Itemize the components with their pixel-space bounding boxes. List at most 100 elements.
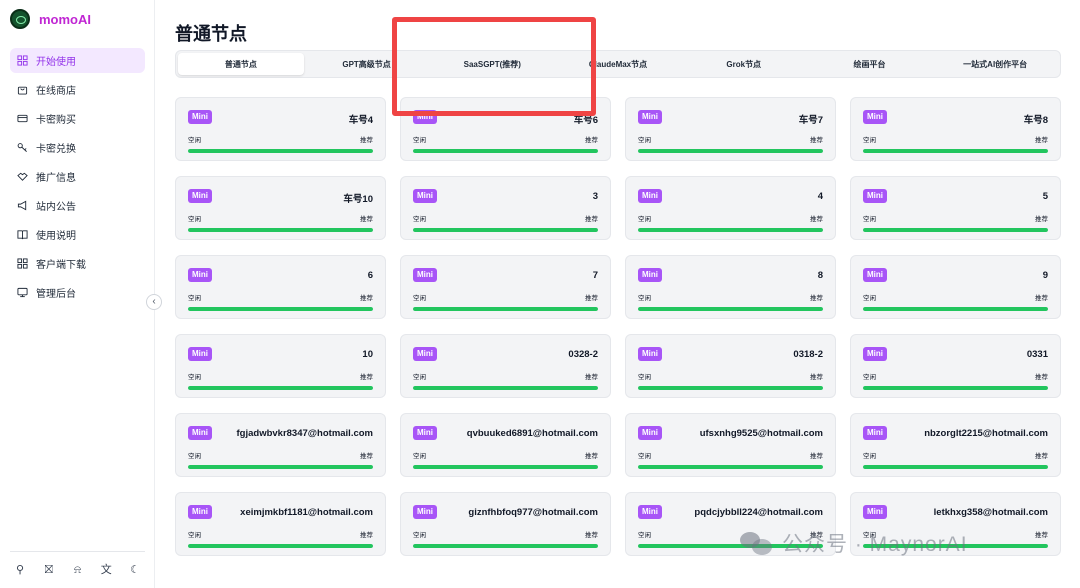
node-status: 空闲 <box>863 453 876 460</box>
node-card[interactable]: Mini 5 空闲 推荐 <box>850 176 1061 240</box>
sidebar-item-label: 客户端下载 <box>36 260 86 271</box>
page-title: 普通节点 <box>175 24 247 44</box>
node-name: 3 <box>592 191 598 202</box>
plan-badge: Mini <box>413 110 437 124</box>
sidebar-item-4[interactable]: 推广信息 <box>10 164 145 189</box>
sidebar-item-label: 卡密兑换 <box>36 144 76 155</box>
collapse-sidebar-button[interactable]: ‹ <box>146 294 162 310</box>
plan-badge: Mini <box>638 347 662 361</box>
node-card[interactable]: Mini 10 空闲 推荐 <box>175 334 386 398</box>
user-icon[interactable]: ⚲ <box>14 564 26 576</box>
sidebar-item-8[interactable]: 管理后台 <box>10 280 145 305</box>
node-card[interactable]: Mini 7 空闲 推荐 <box>400 255 611 319</box>
translate-icon[interactable]: 文 <box>100 564 112 576</box>
sidebar-item-0[interactable]: 开始使用 <box>10 48 145 73</box>
brand[interactable]: momoAI <box>10 9 91 29</box>
load-bar <box>188 228 373 232</box>
node-card[interactable]: Mini letkhxg358@hotmail.com 空闲 推荐 <box>850 492 1061 556</box>
node-card[interactable]: Mini 0331 空闲 推荐 <box>850 334 1061 398</box>
plan-badge: Mini <box>188 268 212 282</box>
grid-icon <box>17 55 28 66</box>
node-tag: 推荐 <box>585 453 598 460</box>
node-card[interactable]: Mini 6 空闲 推荐 <box>175 255 386 319</box>
node-status: 空闲 <box>188 295 201 302</box>
node-card[interactable]: Mini qvbuuked6891@hotmail.com 空闲 推荐 <box>400 413 611 477</box>
node-card[interactable]: Mini xeimjmkbf1181@hotmail.com 空闲 推荐 <box>175 492 386 556</box>
moon-icon[interactable]: ☾ <box>129 564 141 576</box>
tab-4[interactable]: Grok节点 <box>681 53 807 75</box>
node-name: 10 <box>362 349 373 360</box>
sidebar-item-3[interactable]: 卡密兑换 <box>10 135 145 160</box>
plan-badge: Mini <box>413 426 437 440</box>
sidebar-item-label: 推广信息 <box>36 173 76 184</box>
sidebar-item-7[interactable]: 客户端下载 <box>10 251 145 276</box>
sidebar-item-label: 站内公告 <box>36 202 76 213</box>
node-card[interactable]: Mini 4 空闲 推荐 <box>625 176 836 240</box>
sidebar-item-6[interactable]: 使用说明 <box>10 222 145 247</box>
load-bar-fill <box>413 386 598 390</box>
load-bar <box>413 465 598 469</box>
node-tag: 推荐 <box>360 453 373 460</box>
tab-5[interactable]: 绘画平台 <box>807 53 933 75</box>
node-card[interactable]: Mini 9 空闲 推荐 <box>850 255 1061 319</box>
book-icon <box>17 229 28 240</box>
node-status: 空闲 <box>413 532 426 539</box>
node-card[interactable]: Mini pqdcjybbll224@hotmail.com 空闲 推荐 <box>625 492 836 556</box>
node-card[interactable]: Mini 车号4 空闲 推荐 <box>175 97 386 161</box>
sidebar-item-1[interactable]: 在线商店 <box>10 77 145 102</box>
sidebar-item-label: 使用说明 <box>36 231 76 242</box>
load-bar <box>188 465 373 469</box>
plan-badge: Mini <box>188 110 212 124</box>
node-name: pqdcjybbll224@hotmail.com <box>694 507 823 518</box>
node-card[interactable]: Mini 0328-2 空闲 推荐 <box>400 334 611 398</box>
tab-1[interactable]: GPT高级节点 <box>304 53 430 75</box>
load-bar <box>638 386 823 390</box>
plan-badge: Mini <box>188 426 212 440</box>
node-tag: 推荐 <box>810 374 823 381</box>
sidebar-item-5[interactable]: 站内公告 <box>10 193 145 218</box>
sidebar: momoAI 开始使用在线商店卡密购买卡密兑换推广信息站内公告使用说明客户端下载… <box>0 0 155 588</box>
gift-icon[interactable]: ⛝ <box>43 564 55 576</box>
node-tag: 推荐 <box>360 137 373 144</box>
load-bar-fill <box>638 386 823 390</box>
sidebar-item-2[interactable]: 卡密购买 <box>10 106 145 131</box>
node-tag: 推荐 <box>810 216 823 223</box>
node-tag: 推荐 <box>585 137 598 144</box>
node-status: 空闲 <box>638 216 651 223</box>
load-bar <box>863 307 1048 311</box>
node-card[interactable]: Mini 车号8 空闲 推荐 <box>850 97 1061 161</box>
node-card[interactable]: Mini 车号6 空闲 推荐 <box>400 97 611 161</box>
node-tag: 推荐 <box>1035 453 1048 460</box>
megaphone-icon <box>17 200 28 211</box>
apps-icon <box>17 258 28 269</box>
node-card[interactable]: Mini nbzorglt2215@hotmail.com 空闲 推荐 <box>850 413 1061 477</box>
load-bar <box>413 544 598 548</box>
node-card[interactable]: Mini giznfhbfoq977@hotmail.com 空闲 推荐 <box>400 492 611 556</box>
sidebar-nav: 开始使用在线商店卡密购买卡密兑换推广信息站内公告使用说明客户端下载管理后台 <box>10 48 145 309</box>
tab-6[interactable]: 一站式AI创作平台 <box>932 53 1058 75</box>
node-card[interactable]: Mini ufsxnhg9525@hotmail.com 空闲 推荐 <box>625 413 836 477</box>
tab-0[interactable]: 普通节点 <box>178 53 304 75</box>
node-card[interactable]: Mini 0318-2 空闲 推荐 <box>625 334 836 398</box>
node-name: fgjadwbvkr8347@hotmail.com <box>236 428 374 439</box>
node-card[interactable]: Mini 车号10 空闲 推荐 <box>175 176 386 240</box>
node-tag: 推荐 <box>360 295 373 302</box>
node-card[interactable]: Mini 8 空闲 推荐 <box>625 255 836 319</box>
load-bar-fill <box>188 149 373 153</box>
tab-2[interactable]: SaaSGPT(推荐) <box>429 53 555 75</box>
node-card[interactable]: Mini 车号7 空闲 推荐 <box>625 97 836 161</box>
load-bar-fill <box>188 228 373 232</box>
load-bar-fill <box>638 544 823 548</box>
tab-3[interactable]: ClaudeMax节点 <box>555 53 681 75</box>
load-bar <box>638 149 823 153</box>
plan-badge: Mini <box>638 505 662 519</box>
shopping-bag-icon <box>17 84 28 95</box>
plan-badge: Mini <box>863 347 887 361</box>
node-card[interactable]: Mini fgjadwbvkr8347@hotmail.com 空闲 推荐 <box>175 413 386 477</box>
load-bar <box>413 228 598 232</box>
node-status: 空闲 <box>863 532 876 539</box>
handshake-icon <box>17 171 28 182</box>
node-status: 空闲 <box>863 216 876 223</box>
bell-icon[interactable]: ⍾ <box>72 564 84 576</box>
node-card[interactable]: Mini 3 空闲 推荐 <box>400 176 611 240</box>
